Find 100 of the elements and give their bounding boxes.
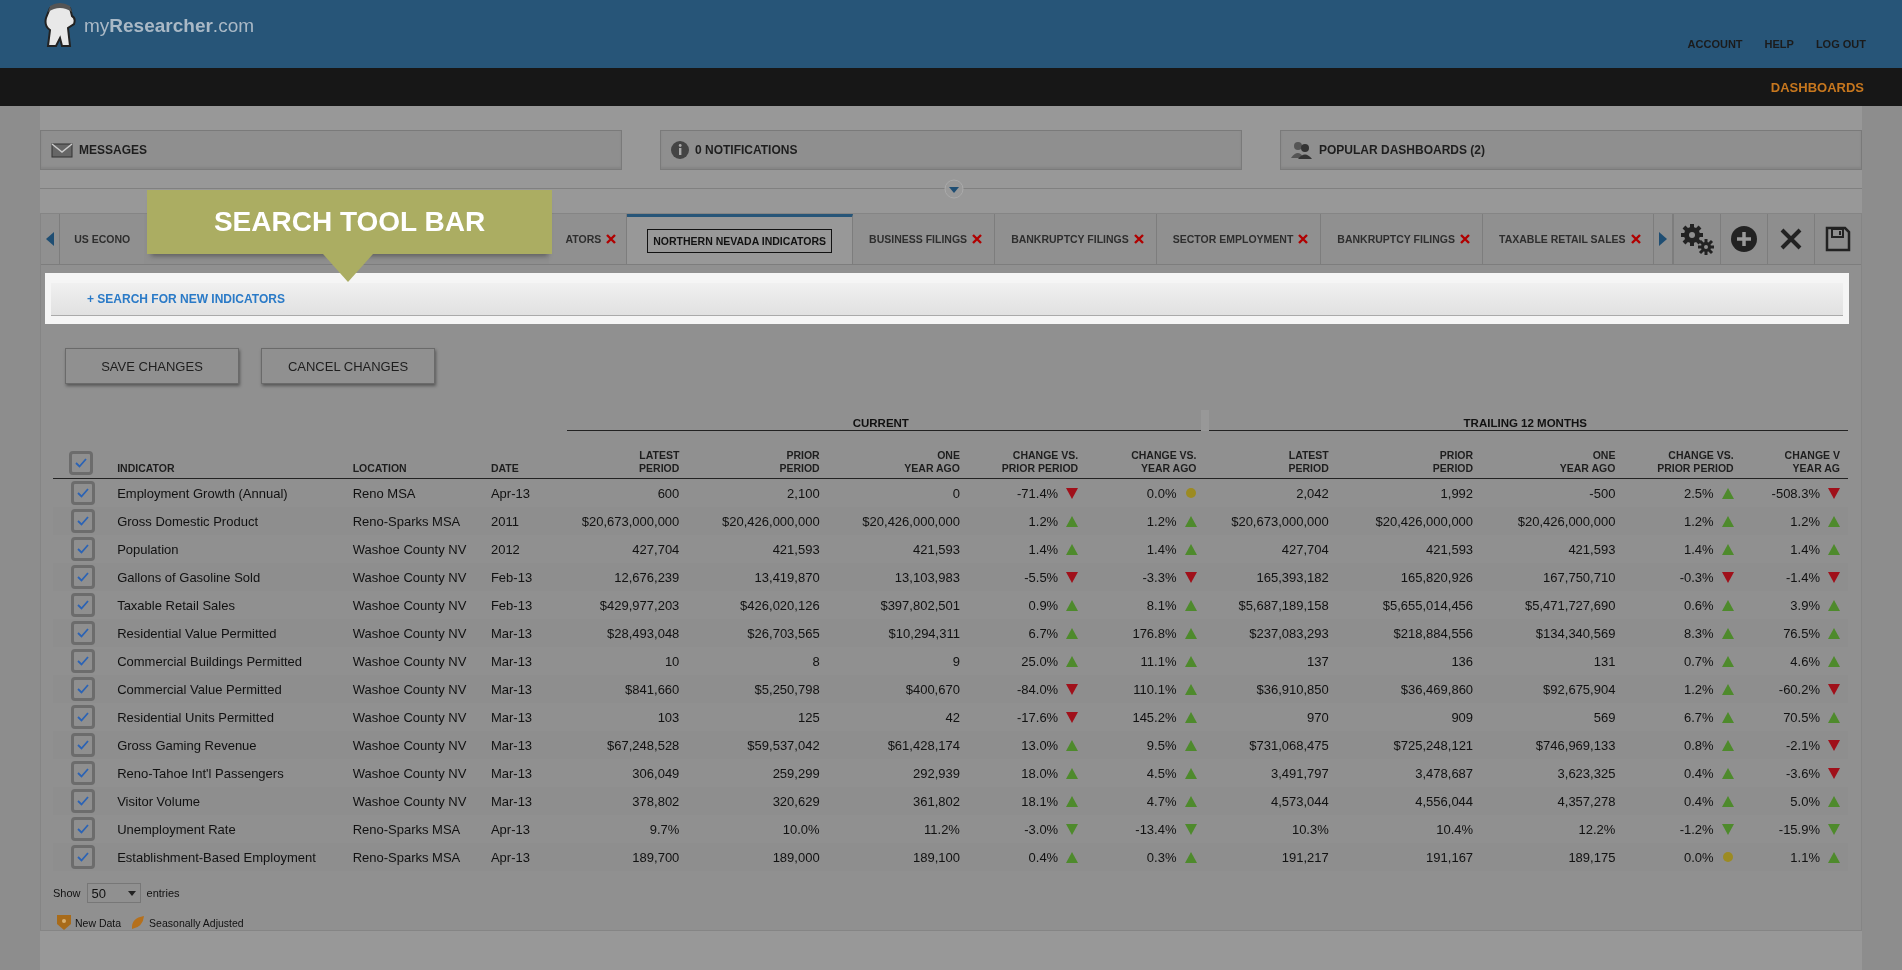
column-header[interactable]: DATE [490,462,560,475]
caret-icon [127,890,136,896]
dashboard-tab[interactable]: NORTHERN NEVADA INDICATORS [627,214,854,264]
table-cell: Mar-13 [490,681,533,697]
panel-bar[interactable]: POPULAR DASHBOARDS (2) [1280,130,1862,170]
action-button[interactable]: CANCEL CHANGES [261,348,435,384]
column-header[interactable]: CHANGE VS. PRIOR PERIOD [971,449,1079,475]
table-cell: Visitor Volume [117,793,200,809]
panel-title: MESSAGES [79,143,147,157]
table-cell: 191,217 [1281,849,1329,865]
page-size-select[interactable]: 50 [86,883,141,903]
down-triangle-icon [1828,571,1840,583]
column-header[interactable]: INDICATOR [117,462,341,475]
row-checkbox[interactable] [71,593,96,617]
row-checkbox[interactable] [71,845,96,869]
down-triangle-icon [1828,683,1840,695]
row-checkbox[interactable] [71,761,96,785]
panel-bar[interactable]: 0 NOTIFICATIONS [660,130,1242,170]
column-header[interactable]: CHANGE VS. YEAR AGO [1090,449,1197,475]
close-icon[interactable] [972,234,983,244]
legend-label: Seasonally Adjusted [149,916,244,929]
row-checkbox[interactable] [71,481,96,505]
nav-link[interactable]: DASHBOARDS [1770,79,1864,95]
row-checkbox[interactable] [71,509,96,533]
table-cell: -3.0% [1024,821,1059,837]
group-heading: CURRENT [852,417,909,429]
table-cell: Washoe County NV [352,709,467,725]
table-cell: 9 [952,653,960,669]
row-checkbox[interactable] [71,733,96,757]
close-icon[interactable] [1460,234,1470,244]
table-cell: -0.3% [1679,569,1714,585]
table-cell: -1.4% [1786,569,1820,585]
row-checkbox[interactable] [71,565,96,589]
table-cell: 427,704 [632,541,680,557]
column-header[interactable]: PRIOR PERIOD [1340,449,1474,475]
row-checkbox[interactable] [71,789,96,813]
table-cell: $92,675,904 [1543,681,1616,697]
table-cell: -2.1% [1786,737,1820,753]
table-cell: $36,910,850 [1256,681,1329,697]
table-cell: Unemployment Rate [117,821,236,837]
table-cell: 9.5% [1146,737,1177,753]
table-cell: -500 [1589,485,1616,501]
table-cell: $20,426,000,000 [862,513,960,529]
column-header[interactable]: PRIOR PERIOD [691,449,820,475]
table-cell: 0.8% [1684,737,1714,753]
row-checkbox[interactable] [71,621,96,645]
table-cell: -17.6% [1017,709,1059,725]
row-checkbox[interactable] [71,649,96,673]
table-cell: 10.4% [1436,821,1474,837]
site-logo[interactable]: myResearcher.com [84,15,255,37]
column-header[interactable]: LOCATION [352,462,479,475]
table-cell: Washoe County NV [352,597,467,613]
collapse-toggle-icon[interactable] [944,179,964,199]
table-cell: -508.3% [1771,485,1820,501]
row-checkbox[interactable] [71,817,96,841]
close-icon[interactable] [1630,234,1641,244]
table-cell: $59,537,042 [747,737,820,753]
table-cell: Employment Growth (Annual) [117,485,288,501]
table-cell: Apr-13 [490,821,530,837]
table-cell: Mar-13 [490,625,533,641]
table-cell: 165,820,926 [1400,569,1474,585]
panel-bar[interactable]: MESSAGES [40,130,622,170]
up-triangle-icon [1828,851,1840,863]
table-cell: Commercial Value Permitted [117,681,282,697]
table-cell: $134,340,569 [1535,625,1616,641]
left-triangle-icon [46,232,55,246]
users-icon [1291,141,1313,159]
table-cell: 131 [1593,653,1616,669]
column-header[interactable]: ONE YEAR AGO [831,449,960,475]
column-header[interactable]: LATEST PERIOD [571,449,680,475]
action-button[interactable]: SAVE CHANGES [65,348,239,384]
close-icon[interactable] [1298,234,1309,244]
row-checkbox[interactable] [71,705,96,729]
panel-title: 0 NOTIFICATIONS [695,143,798,157]
table-cell: 1.1% [1790,849,1820,865]
table-cell: 189,100 [912,849,960,865]
row-checkbox[interactable] [71,537,96,561]
table-cell: 569 [1593,709,1616,725]
close-icon[interactable] [1133,234,1144,244]
table-cell: Washoe County NV [352,737,467,753]
table-cell: 70.5% [1783,709,1820,725]
table-cell: 4,573,044 [1270,793,1329,809]
column-header[interactable]: LATEST PERIOD [1208,449,1329,475]
table-cell: Feb-13 [490,569,533,585]
table-cell: $36,469,860 [1400,681,1474,697]
row-checkbox[interactable] [71,677,96,701]
check-icon [77,852,90,862]
check-icon [77,488,90,498]
table-cell: 136 [1451,653,1474,669]
column-header[interactable]: CHANGE V YEAR AG [1745,449,1840,475]
table-cell: Reno-Sparks MSA [352,849,461,865]
search-link[interactable]: + SEARCH FOR NEW INDICATORS [87,292,285,306]
table-cell: 421,593 [1568,541,1616,557]
table-cell: 76.5% [1783,625,1820,641]
column-header[interactable]: ONE YEAR AGO [1485,449,1616,475]
select-all-checkbox[interactable] [69,451,94,475]
close-icon[interactable] [606,234,617,244]
column-header[interactable]: CHANGE VS. PRIOR PERIOD [1627,449,1734,475]
table-cell: 25.0% [1021,653,1059,669]
table-cell: 6.7% [1028,625,1059,641]
